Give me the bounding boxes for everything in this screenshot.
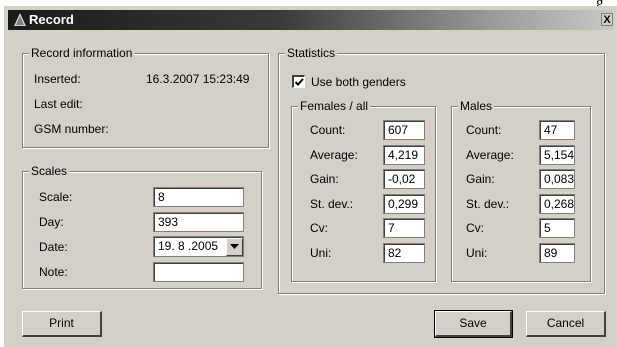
stat-label: Gain: <box>466 172 495 186</box>
day-field[interactable]: 393 <box>153 212 244 232</box>
day-label: Day: <box>39 215 64 229</box>
date-dropdown[interactable]: 19. 8 .2005 <box>153 236 244 257</box>
stat-value-field[interactable]: -0,02 <box>383 169 425 189</box>
group-title: Record information <box>29 46 135 60</box>
stat-value-field[interactable]: 7 <box>383 218 425 238</box>
use-both-genders-label[interactable]: Use both genders <box>311 75 406 89</box>
stat-label: Average: <box>466 148 514 162</box>
record-information-group: Record information Inserted: 16.3.2007 1… <box>22 46 269 148</box>
print-button[interactable]: Print <box>22 311 102 337</box>
stat-label: St. dev.: <box>466 197 510 211</box>
cancel-button[interactable]: Cancel <box>526 311 606 337</box>
stat-value-field[interactable]: 0,299 <box>383 194 425 214</box>
stat-label: Uni: <box>466 246 488 260</box>
last-edit-label: Last edit: <box>34 97 83 111</box>
window-title: Record <box>29 12 74 27</box>
group-title: Scales <box>29 164 70 178</box>
triangle-icon <box>14 13 26 26</box>
date-label: Date: <box>39 240 68 254</box>
stat-label: Uni: <box>310 246 332 260</box>
date-value: 19. 8 .2005 <box>158 239 219 253</box>
group-title: Females / all <box>298 99 371 113</box>
chevron-down-icon[interactable] <box>226 238 243 256</box>
stat-value-field[interactable]: 0,083 <box>539 169 575 189</box>
save-button[interactable]: Save <box>434 310 513 338</box>
stat-label: Count: <box>466 123 502 137</box>
use-both-genders-checkbox[interactable] <box>292 75 305 88</box>
close-icon[interactable]: X <box>601 13 613 26</box>
scale-label: Scale: <box>39 190 73 204</box>
scales-group: Scales Scale: 8 Day: 393 Date: 19. 8 .20… <box>22 164 262 289</box>
note-label: Note: <box>39 265 68 279</box>
inserted-label: Inserted: <box>34 72 81 86</box>
scale-field[interactable]: 8 <box>153 187 244 207</box>
stat-value-field[interactable]: 5 <box>539 218 575 238</box>
stat-label: St. dev.: <box>310 197 354 211</box>
stat-value-field[interactable]: 47 <box>539 120 575 140</box>
stat-label: Average: <box>310 148 358 162</box>
stat-value-field[interactable]: 82 <box>383 243 425 263</box>
group-title: Statistics <box>285 46 338 60</box>
title-bar[interactable]: Record X <box>8 10 613 30</box>
stat-value-field[interactable]: 89 <box>539 243 575 263</box>
stat-label: Gain: <box>310 172 339 186</box>
stat-value-field[interactable]: 4,219 <box>383 145 425 165</box>
note-field[interactable] <box>153 262 244 282</box>
stat-value-field[interactable]: 5,154 <box>539 145 575 165</box>
gsm-number-label: GSM number: <box>34 122 109 136</box>
inserted-value: 16.3.2007 15:23:49 <box>146 72 250 86</box>
group-title: Males <box>458 99 495 113</box>
stat-label: Cv: <box>310 221 328 235</box>
stat-value-field[interactable]: 607 <box>383 120 425 140</box>
stat-label: Cv: <box>466 221 484 235</box>
check-icon <box>294 78 304 86</box>
stat-value-field[interactable]: 0,268 <box>539 194 575 214</box>
stat-label: Count: <box>310 123 346 137</box>
